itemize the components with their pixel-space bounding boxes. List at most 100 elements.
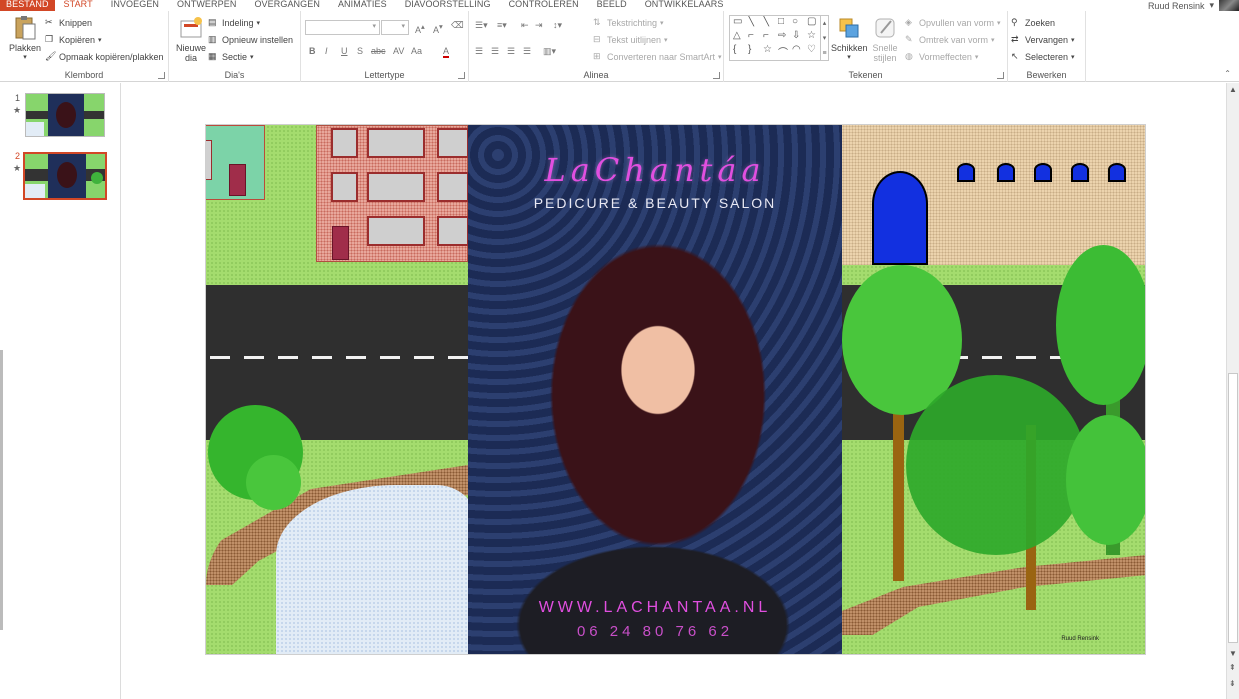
increase-indent-icon[interactable]: ⇥ xyxy=(535,20,543,31)
rectangle-shape-icon[interactable]: □ xyxy=(778,16,784,27)
format-painter-button[interactable]: 🖌 Opmaak kopiëren/plakken xyxy=(45,51,164,62)
align-text-button[interactable]: ⊟ Tekst uitlijnen ▾ xyxy=(593,34,668,45)
align-right-icon[interactable]: ☰ xyxy=(507,46,515,57)
columns-icon[interactable]: ▥▾ xyxy=(543,46,556,57)
user-account[interactable]: Ruud Rensink ▾ xyxy=(1148,0,1239,11)
pane-splitter[interactable] xyxy=(0,350,3,630)
reset-button[interactable]: ▥ Opnieuw instellen xyxy=(208,34,293,45)
arc-shape-icon[interactable]: ◠ xyxy=(792,44,801,55)
collapse-ribbon-icon[interactable]: ⌃ xyxy=(1224,69,1231,78)
new-slide-button[interactable]: Nieuwe dia xyxy=(173,15,209,63)
slide-thumbnail[interactable] xyxy=(25,93,105,137)
justify-icon[interactable]: ☰ xyxy=(523,46,531,57)
layout-button[interactable]: ▤ Indeling ▾ xyxy=(208,17,260,28)
down-arrow-shape-icon[interactable]: ⇩ xyxy=(792,30,800,41)
right-brace-icon[interactable]: } xyxy=(748,44,751,55)
brand-title[interactable]: LaChantáa xyxy=(468,151,842,189)
cut-button[interactable]: ✂ Knippen xyxy=(45,17,92,28)
next-slide-icon[interactable]: ⇟ xyxy=(1229,679,1236,688)
dialog-launcher-icon[interactable] xyxy=(158,72,165,79)
section-button[interactable]: ▦ Sectie ▾ xyxy=(208,51,254,62)
bold-button[interactable]: B xyxy=(309,46,316,56)
copy-button[interactable]: ❐ Kopiëren ▾ xyxy=(45,34,102,45)
vertical-scrollbar[interactable]: ▲ ▼ ⇞ ⇟ xyxy=(1226,83,1239,699)
tab-file[interactable]: BESTAND xyxy=(0,0,55,11)
align-left-icon[interactable]: ☰ xyxy=(475,46,483,57)
tab-animations[interactable]: ANIMATIES xyxy=(329,0,396,11)
tree-canopy[interactable] xyxy=(906,375,1086,555)
shape-fill-button[interactable]: ◈ Opvullen van vorm ▾ xyxy=(905,17,1001,28)
clear-format-icon[interactable]: ⌫ xyxy=(451,20,464,31)
tab-design[interactable]: ONTWERPEN xyxy=(168,0,245,11)
star-shape-icon[interactable]: ☆ xyxy=(807,30,816,41)
align-center-icon[interactable]: ☰ xyxy=(491,46,499,57)
shape-effects-button[interactable]: ◍ Vormeffecten ▾ xyxy=(905,51,978,62)
select-button[interactable]: ↖ Selecteren ▾ xyxy=(1011,51,1075,62)
grow-font-icon[interactable]: A▴ xyxy=(415,22,425,35)
font-family-select[interactable]: ▾ xyxy=(305,20,380,35)
heart-shape-icon[interactable]: ♡ xyxy=(807,44,816,55)
dialog-launcher-icon[interactable] xyxy=(997,72,1004,79)
tree-canopy[interactable] xyxy=(1066,415,1145,545)
bullets-icon[interactable]: ☰▾ xyxy=(475,20,488,31)
italic-button[interactable]: I xyxy=(325,46,328,56)
line-shape-icon[interactable]: ╲ xyxy=(748,16,754,27)
photo-panel[interactable]: LaChantáa PEDICURE & BEAUTY SALON WWW.LA… xyxy=(468,125,842,654)
elbow-connector2-icon[interactable]: ⌐ xyxy=(763,30,769,41)
tab-review[interactable]: CONTROLEREN xyxy=(500,0,588,11)
numbering-icon[interactable]: ≡▾ xyxy=(497,20,507,31)
brand-tagline[interactable]: PEDICURE & BEAUTY SALON xyxy=(468,195,842,211)
text-direction-button[interactable]: ⇅ Tekstrichting ▾ xyxy=(593,17,664,28)
building-apartment[interactable] xyxy=(316,125,469,262)
dialog-launcher-icon[interactable] xyxy=(458,72,465,79)
curve-shape-icon[interactable]: ⌒ xyxy=(778,44,788,59)
arrange-button[interactable]: Schikken ▾ xyxy=(831,15,868,61)
tab-insert[interactable]: INVOEGEN xyxy=(102,0,168,11)
tab-slideshow[interactable]: DIAVOORSTELLING xyxy=(396,0,500,11)
pond[interactable] xyxy=(276,485,476,654)
previous-slide-icon[interactable]: ⇞ xyxy=(1229,663,1236,672)
line-spacing-icon[interactable]: ↕▾ xyxy=(553,20,562,31)
slide-thumbnail-selected[interactable] xyxy=(23,152,107,200)
rounded-rect-shape-icon[interactable]: ▢ xyxy=(807,16,816,27)
strikethrough-button[interactable]: abc xyxy=(371,46,386,56)
decrease-indent-icon[interactable]: ⇤ xyxy=(521,20,529,31)
smartart-button[interactable]: ⊞ Converteren naar SmartArt ▾ xyxy=(593,51,722,62)
star5-shape-icon[interactable]: ☆ xyxy=(763,44,772,55)
tab-developer[interactable]: ONTWIKKELAARS xyxy=(636,0,733,11)
right-arrow-shape-icon[interactable]: ⇨ xyxy=(778,30,786,41)
oval-shape-icon[interactable]: ○ xyxy=(792,16,798,27)
scroll-up-icon[interactable]: ▲ xyxy=(1229,85,1237,94)
scrollbar-thumb[interactable] xyxy=(1228,373,1238,643)
quick-styles-button[interactable]: Snelle stijlen xyxy=(868,15,902,63)
textbox-shape-icon[interactable]: ▭ xyxy=(733,16,742,27)
left-brace-icon[interactable]: { xyxy=(733,44,736,55)
font-size-select[interactable]: ▾ xyxy=(381,20,409,35)
scroll-down-icon[interactable]: ▼ xyxy=(1229,649,1237,658)
tab-start[interactable]: START xyxy=(55,0,102,11)
dialog-launcher-icon[interactable] xyxy=(713,72,720,79)
paste-button[interactable]: Plakken ▾ xyxy=(6,15,44,61)
website-text[interactable]: WWW.LACHANTAA.NL xyxy=(468,599,842,617)
shrink-font-icon[interactable]: A▾ xyxy=(433,22,443,35)
slide-canvas[interactable]: LaChantáa PEDICURE & BEAUTY SALON WWW.LA… xyxy=(205,124,1146,655)
phone-text[interactable]: 06 24 80 76 62 xyxy=(468,623,842,640)
tab-transitions[interactable]: OVERGANGEN xyxy=(245,0,329,11)
tree-canopy[interactable] xyxy=(1056,245,1145,405)
triangle-shape-icon[interactable]: △ xyxy=(733,30,741,41)
building-small[interactable] xyxy=(206,125,265,200)
building-wall[interactable] xyxy=(842,125,1145,265)
shapes-gallery-scroll[interactable]: ▴ ▾ ≡ xyxy=(820,15,829,61)
elbow-connector-icon[interactable]: ⌐ xyxy=(748,30,754,41)
underline-button[interactable]: U xyxy=(341,46,348,56)
char-spacing-button[interactable]: AV xyxy=(393,46,404,56)
line2-shape-icon[interactable]: ╲ xyxy=(763,16,769,27)
font-color-button[interactable]: A xyxy=(443,46,450,58)
shapes-gallery[interactable]: ▭ ╲ ╲ □ ○ ▢ △ ⌐ ⌐ ⇨ ⇩ ☆ { } ☆ ⌒ ◠ ♡ xyxy=(729,15,829,61)
shadow-button[interactable]: S xyxy=(357,46,363,56)
shape-outline-button[interactable]: ✎ Omtrek van vorm ▾ xyxy=(905,34,995,45)
change-case-button[interactable]: Aa xyxy=(411,46,422,56)
tab-view[interactable]: BEELD xyxy=(588,0,636,11)
find-button[interactable]: ⚲ Zoeken xyxy=(1011,17,1055,28)
replace-button[interactable]: ⇄ Vervangen ▾ xyxy=(1011,34,1075,45)
